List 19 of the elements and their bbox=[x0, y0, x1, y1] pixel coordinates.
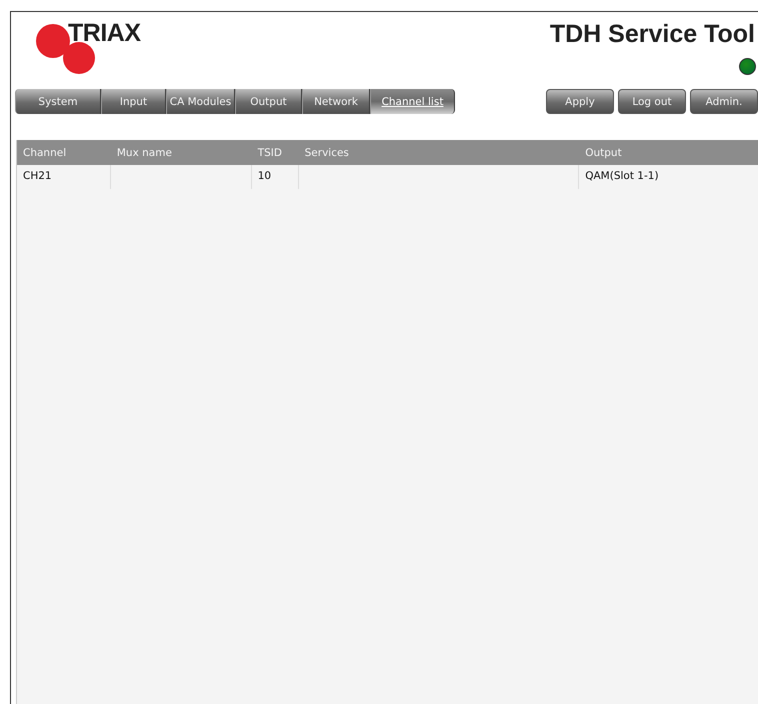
column-header: Output bbox=[584, 146, 623, 158]
table-cell-text: QAM(Slot 1-1) bbox=[584, 169, 660, 184]
nav-tab[interactable]: System bbox=[15, 89, 101, 114]
action-button[interactable]: Admin. bbox=[690, 89, 758, 114]
column-header: Channel bbox=[22, 146, 68, 158]
column-header: Mux name bbox=[116, 146, 173, 158]
action-button[interactable]: Log out bbox=[618, 89, 686, 114]
column-header: Services bbox=[304, 146, 350, 158]
nav-tab[interactable]: Network bbox=[302, 89, 370, 114]
column-header: TSID bbox=[256, 146, 283, 158]
nav-tab[interactable]: Channel list bbox=[370, 89, 455, 114]
action-button[interactable]: Apply bbox=[546, 89, 614, 114]
nav-tab[interactable]: Output bbox=[235, 89, 302, 114]
nav-tab[interactable]: CA Modules bbox=[166, 89, 235, 114]
table-cell: 10 bbox=[252, 165, 299, 189]
app-title: TDH Service Tool bbox=[550, 20, 755, 49]
nav-tab[interactable]: Input bbox=[101, 89, 166, 114]
table-cell: CH21 bbox=[17, 165, 111, 189]
logo-text: TRIAX bbox=[68, 19, 140, 48]
